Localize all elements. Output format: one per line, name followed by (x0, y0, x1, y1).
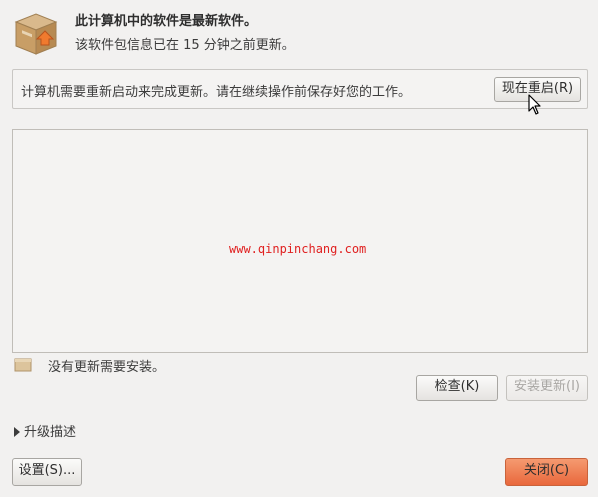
watermark-text: www.qinpinchang.com (229, 242, 367, 256)
package-update-icon (14, 12, 58, 56)
status-text: 没有更新需要安装。 (48, 360, 166, 375)
update-list[interactable]: www.qinpinchang.com (12, 129, 588, 353)
package-icon (14, 357, 32, 372)
check-button[interactable]: 检查(K) (416, 375, 498, 401)
mouse-cursor-icon (528, 94, 542, 116)
header-subtitle: 该软件包信息已在 15 分钟之前更新。 (75, 38, 295, 53)
update-description-expander[interactable]: 升级描述 (14, 421, 76, 440)
restart-message: 计算机需要重新启动来完成更新。请在继续操作前保存好您的工作。 (21, 85, 412, 100)
expander-arrow-icon (14, 427, 20, 437)
settings-button[interactable]: 设置(S)... (12, 458, 82, 486)
header-title: 此计算机中的软件是最新软件。 (75, 14, 258, 29)
install-updates-button[interactable]: 安装更新(I) (506, 375, 588, 401)
restart-required-bar: 计算机需要重新启动来完成更新。请在继续操作前保存好您的工作。 现在重启(R) (12, 69, 588, 109)
expander-label: 升级描述 (24, 425, 77, 440)
close-button[interactable]: 关闭(C) (505, 458, 588, 486)
